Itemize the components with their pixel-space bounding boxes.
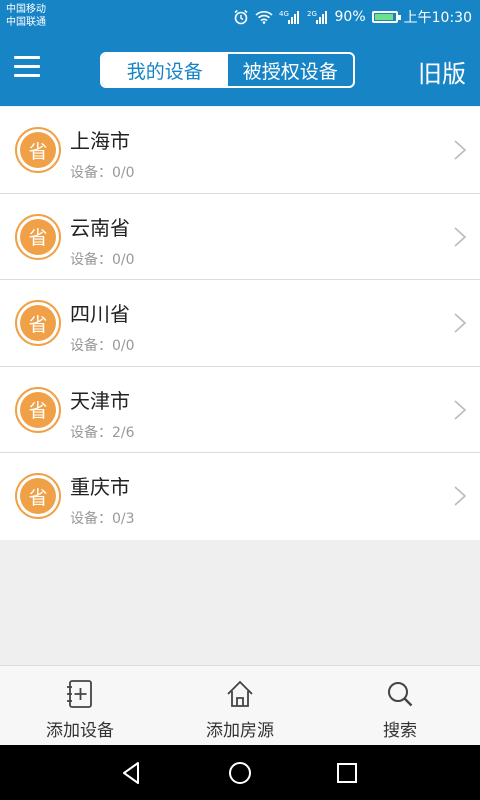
alarm-icon (233, 9, 249, 25)
search-label: 搜索 (383, 721, 417, 741)
device-count: 设备：2/6 (70, 424, 135, 441)
house-icon (227, 680, 253, 707)
device-count: 设备：0/0 (70, 251, 135, 268)
recents-icon[interactable] (333, 759, 361, 787)
province-badge-label: 省 (20, 478, 56, 515)
province-badge: 省 (15, 386, 61, 433)
province-badge: 省 (15, 213, 61, 260)
province-badge-label: 省 (20, 218, 56, 255)
carrier-2: 中国联通 (6, 17, 46, 28)
menu-icon[interactable] (14, 56, 44, 82)
carrier-1: 中国移动 (6, 4, 46, 15)
signal-4g-label: 4G (279, 10, 289, 18)
tab-authorized-devices[interactable]: 被授权设备 (228, 54, 354, 86)
chevron-right-icon (454, 400, 467, 420)
province-badge: 省 (15, 300, 61, 347)
tab-my-devices[interactable]: 我的设备 (102, 54, 228, 86)
list-item-tianjin[interactable]: 省 天津市 设备：2/6 (0, 367, 480, 454)
battery-icon (371, 11, 401, 23)
search-icon (388, 682, 413, 707)
status-icons: 4G 2G 90% 上午10:30 (233, 6, 472, 28)
add-note-icon (67, 680, 92, 708)
home-icon[interactable] (226, 759, 254, 787)
province-list: 省 上海市 设备：0/0 省 云南省 设备：0/0 省 四川省 设备：0/0 省… (0, 107, 480, 540)
add-property-label: 添加房源 (206, 721, 274, 741)
status-bar: 中国移动 中国联通 4G 2G 90% 上午10:30 (0, 0, 480, 34)
device-count: 设备：0/3 (70, 511, 135, 528)
province-name: 上海市 (70, 129, 130, 153)
search-button[interactable]: 搜索 (320, 666, 480, 745)
province-name: 四川省 (70, 302, 130, 327)
province-badge: 省 (15, 127, 61, 173)
app-header: 我的设备 被授权设备 旧版 (0, 34, 480, 106)
wifi-icon (254, 10, 273, 24)
system-nav-bar (0, 745, 480, 800)
old-version-link[interactable]: 旧版 (418, 54, 466, 89)
signal-2g-icon: 2G (307, 9, 329, 25)
list-item-yunnan[interactable]: 省 云南省 设备：0/0 (0, 194, 480, 281)
province-name: 重庆市 (70, 475, 130, 500)
province-badge-label: 省 (20, 305, 56, 342)
province-badge-label: 省 (20, 391, 56, 428)
chevron-right-icon (454, 140, 467, 160)
carrier-info: 中国移动 中国联通 (6, 3, 46, 29)
add-device-button[interactable]: 添加设备 (0, 666, 160, 745)
list-item-chongqing[interactable]: 省 重庆市 设备：0/3 (0, 453, 480, 540)
device-count: 设备：0/0 (70, 338, 135, 355)
province-badge-label: 省 (20, 132, 56, 168)
clock: 上午10:30 (403, 10, 472, 26)
chevron-right-icon (454, 486, 467, 506)
signal-4g-icon: 4G (279, 9, 301, 25)
province-name: 云南省 (70, 215, 130, 240)
list-item-sichuan[interactable]: 省 四川省 设备：0/0 (0, 280, 480, 367)
add-device-label: 添加设备 (46, 721, 114, 741)
add-property-button[interactable]: 添加房源 (160, 666, 320, 745)
chevron-right-icon (454, 313, 467, 333)
province-badge: 省 (15, 473, 61, 520)
battery-level (374, 14, 393, 20)
device-count: 设备：0/0 (70, 165, 135, 181)
bottom-toolbar: 添加设备 添加房源 搜索 (0, 665, 480, 745)
battery-percent: 90% (334, 9, 366, 25)
signal-2g-label: 2G (307, 10, 317, 18)
list-item-shanghai[interactable]: 省 上海市 设备：0/0 (0, 107, 480, 194)
province-name: 天津市 (70, 388, 130, 413)
device-tab-switch: 我的设备 被授权设备 (100, 52, 355, 88)
chevron-right-icon (454, 226, 467, 247)
back-icon[interactable] (118, 759, 146, 787)
